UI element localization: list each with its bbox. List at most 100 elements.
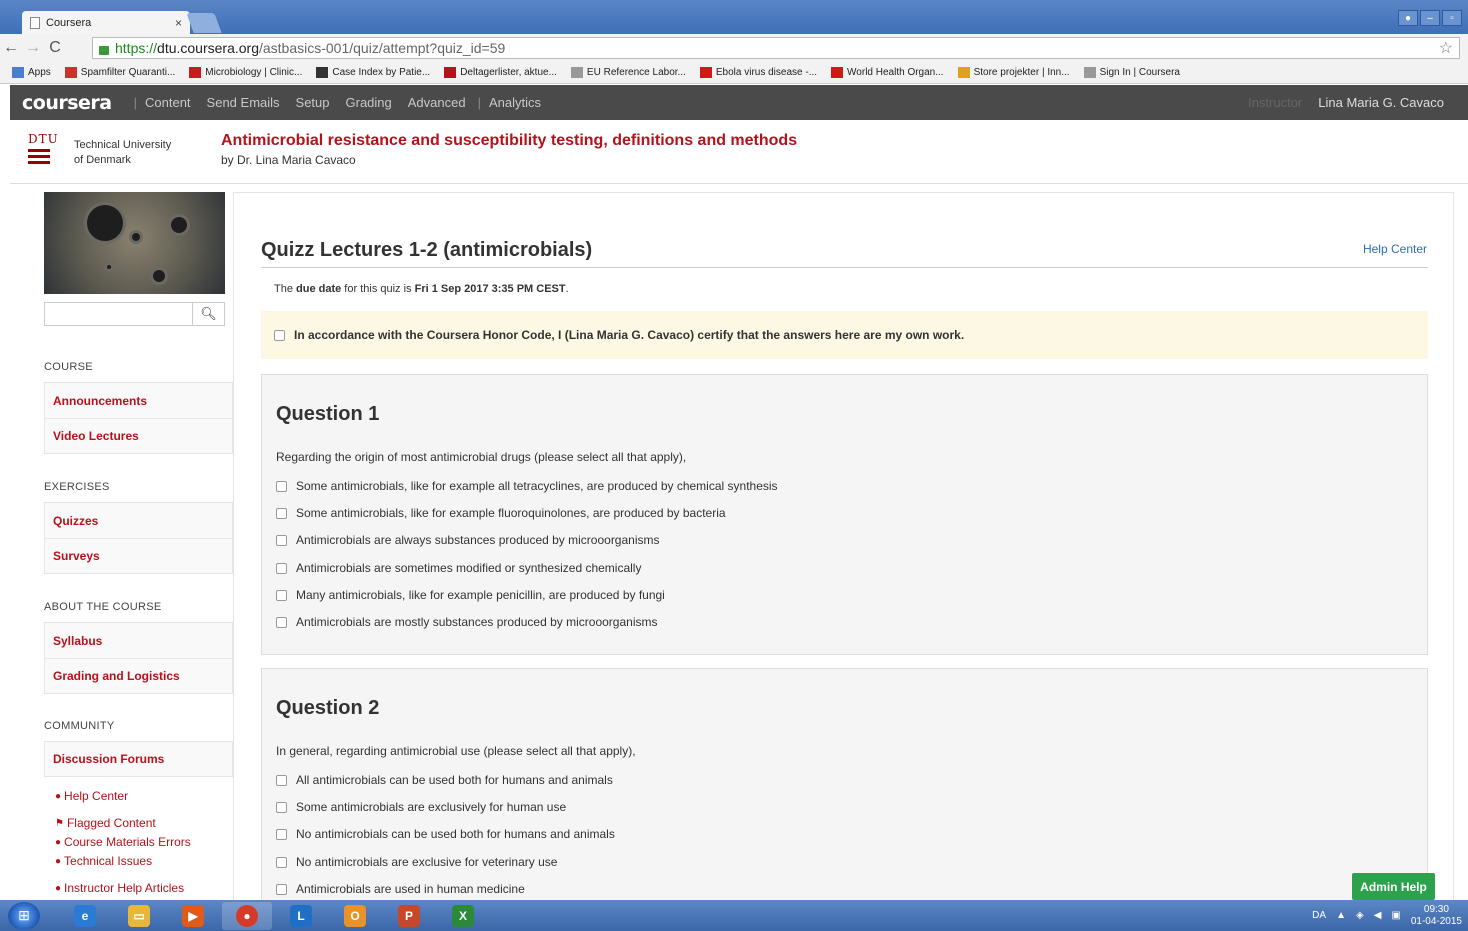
sidebar-item-syllabus[interactable]: Syllabus: [44, 622, 233, 658]
browser-tab-bar: Coursera × ● – ▫: [0, 0, 1468, 34]
bookmark-item[interactable]: Apps: [12, 67, 51, 78]
minimize-icon[interactable]: –: [1420, 10, 1440, 26]
nav-link-content[interactable]: Content: [145, 95, 191, 110]
due-text-label: due date: [296, 283, 342, 295]
option-checkbox[interactable]: [276, 828, 287, 840]
honor-code-checkbox[interactable]: [274, 329, 285, 341]
flagged-content-link[interactable]: ⚑ Flagged Content: [55, 816, 156, 830]
question-1-option[interactable]: Antimicrobials are sometimes modified or…: [276, 561, 641, 575]
coursera-logo[interactable]: coursera: [22, 92, 112, 114]
excel-icon[interactable]: X: [438, 902, 488, 930]
new-tab-button[interactable]: [186, 13, 222, 33]
notifications-icon[interactable]: ▣: [1391, 910, 1400, 921]
outlook-icon[interactable]: O: [330, 902, 380, 930]
bookmark-item[interactable]: Case Index by Patie...: [316, 67, 430, 78]
chrome-icon[interactable]: ●: [222, 901, 272, 930]
option-checkbox[interactable]: [276, 616, 287, 628]
admin-help-button[interactable]: Admin Help: [1352, 873, 1435, 900]
option-checkbox[interactable]: [276, 883, 287, 895]
bookmark-star-icon[interactable]: ☆: [1439, 38, 1453, 58]
bookmark-item[interactable]: Store projekter | Inn...: [957, 67, 1070, 78]
language-indicator[interactable]: DA: [1312, 910, 1326, 921]
dtu-logo[interactable]: DTU: [28, 132, 58, 176]
question-circle-icon: ●: [55, 882, 62, 894]
windows-start-icon[interactable]: ⊞: [8, 901, 40, 930]
option-label: Some antimicrobials, like for example al…: [296, 479, 778, 493]
bookmark-label: Microbiology | Clinic...: [205, 67, 303, 78]
maximize-icon[interactable]: ▫: [1442, 10, 1462, 26]
forward-arrow-icon[interactable]: →: [22, 39, 44, 57]
nav-link-analytics[interactable]: Analytics: [489, 95, 541, 110]
question-2-option[interactable]: No antimicrobials can be used both for h…: [276, 827, 615, 841]
help-center-link-top[interactable]: Help Center: [1363, 242, 1427, 256]
option-checkbox[interactable]: [276, 507, 287, 519]
question-2-option[interactable]: All antimicrobials can be used both for …: [276, 773, 613, 787]
technical-issues-link[interactable]: ● Technical Issues: [55, 854, 152, 868]
nav-link-advanced[interactable]: Advanced: [408, 95, 466, 110]
nav-link-grading[interactable]: Grading: [346, 95, 392, 110]
question-1-option[interactable]: Antimicrobials are mostly substances pro…: [276, 615, 657, 629]
sidebar-item-surveys[interactable]: Surveys: [44, 538, 233, 574]
option-checkbox[interactable]: [276, 562, 287, 574]
question-1-option[interactable]: Antimicrobials are always substances pro…: [276, 533, 660, 547]
sidebar-item-quizzes[interactable]: Quizzes: [44, 502, 233, 538]
option-checkbox[interactable]: [276, 856, 287, 868]
internet-explorer-icon[interactable]: e: [60, 902, 110, 930]
url-bar[interactable]: https://dtu.coursera.org/astbasics-001/q…: [92, 37, 1460, 59]
user-name-link[interactable]: Lina Maria G. Cavaco: [1318, 95, 1444, 110]
bookmark-item[interactable]: Deltagerlister, aktue...: [444, 67, 557, 78]
question-1-prompt: Regarding the origin of most antimicrobi…: [276, 450, 687, 464]
user-icon[interactable]: ●: [1398, 10, 1418, 26]
question-1-option[interactable]: Some antimicrobials, like for example al…: [276, 479, 778, 493]
question-2-option[interactable]: Antimicrobials are used in human medicin…: [276, 882, 525, 896]
sidebar-item-announcements[interactable]: Announcements: [44, 382, 233, 418]
bookmark-favicon-icon: [957, 67, 970, 78]
help-center-link[interactable]: ● Help Center: [55, 789, 128, 803]
lync-icon[interactable]: L: [276, 902, 326, 930]
question-1-option[interactable]: Many antimicrobials, like for example pe…: [276, 588, 665, 602]
question-2-option[interactable]: Some antimicrobials are exclusively for …: [276, 800, 566, 814]
bookmark-item[interactable]: Spamfilter Quaranti...: [64, 67, 175, 78]
course-materials-errors-link[interactable]: ● Course Materials Errors: [55, 835, 191, 849]
bookmark-label: Case Index by Patie...: [332, 67, 431, 78]
due-date-value: Fri 1 Sep 2017 3:35 PM CEST: [414, 283, 566, 295]
course-instructor: by Dr. Lina Maria Cavaco: [221, 153, 356, 167]
close-tab-icon[interactable]: ×: [175, 16, 182, 30]
sidebar-item-video-lectures[interactable]: Video Lectures: [44, 418, 233, 454]
file-explorer-icon[interactable]: ▭: [114, 902, 164, 930]
sidebar-item-grading-logistics[interactable]: Grading and Logistics: [44, 658, 233, 694]
role-label: Instructor: [1248, 95, 1303, 110]
network-icon[interactable]: ◈: [1356, 910, 1364, 921]
option-checkbox[interactable]: [276, 774, 287, 786]
sidebar-item-discussion-forums[interactable]: Discussion Forums: [44, 741, 233, 777]
search-input[interactable]: [44, 302, 192, 326]
bookmark-label: Deltagerlister, aktue...: [460, 67, 557, 78]
option-checkbox[interactable]: [276, 801, 287, 813]
bookmark-item[interactable]: EU Reference Labor...: [570, 67, 686, 78]
option-checkbox[interactable]: [276, 589, 287, 601]
nav-group-community: Discussion Forums: [44, 741, 233, 777]
reload-icon[interactable]: C: [44, 39, 66, 57]
search-icon[interactable]: 🔍︎: [192, 302, 225, 326]
volume-icon[interactable]: ◀: [1374, 910, 1382, 921]
option-checkbox[interactable]: [276, 534, 287, 546]
system-tray: DA ▲ ◈ ◀ ▣ 09:30 01-04-2015: [1312, 900, 1462, 931]
browser-tab[interactable]: Coursera ×: [22, 11, 190, 34]
course-title[interactable]: Antimicrobial resistance and susceptibil…: [221, 132, 797, 150]
instructor-help-articles-link[interactable]: ● Instructor Help Articles: [55, 881, 184, 895]
question-1-option[interactable]: Some antimicrobials, like for example fl…: [276, 506, 726, 520]
clock[interactable]: 09:30 01-04-2015: [1411, 904, 1462, 928]
bookmark-item[interactable]: Microbiology | Clinic...: [189, 67, 302, 78]
powerpoint-icon[interactable]: P: [384, 902, 434, 930]
bookmark-item[interactable]: World Health Organ...: [831, 67, 944, 78]
bookmark-item[interactable]: Ebola virus disease -...: [699, 67, 817, 78]
nav-link-setup[interactable]: Setup: [296, 95, 330, 110]
question-2-option[interactable]: No antimicrobials are exclusive for vete…: [276, 855, 557, 869]
bookmark-item[interactable]: Sign In | Coursera: [1083, 67, 1180, 78]
back-arrow-icon[interactable]: ←: [0, 39, 22, 57]
instructor-help-articles-label: Instructor Help Articles: [64, 881, 185, 895]
nav-link-send-emails[interactable]: Send Emails: [207, 95, 280, 110]
tray-expand-icon[interactable]: ▲: [1336, 910, 1346, 921]
media-player-icon[interactable]: ▶: [168, 902, 218, 930]
option-checkbox[interactable]: [276, 480, 287, 492]
